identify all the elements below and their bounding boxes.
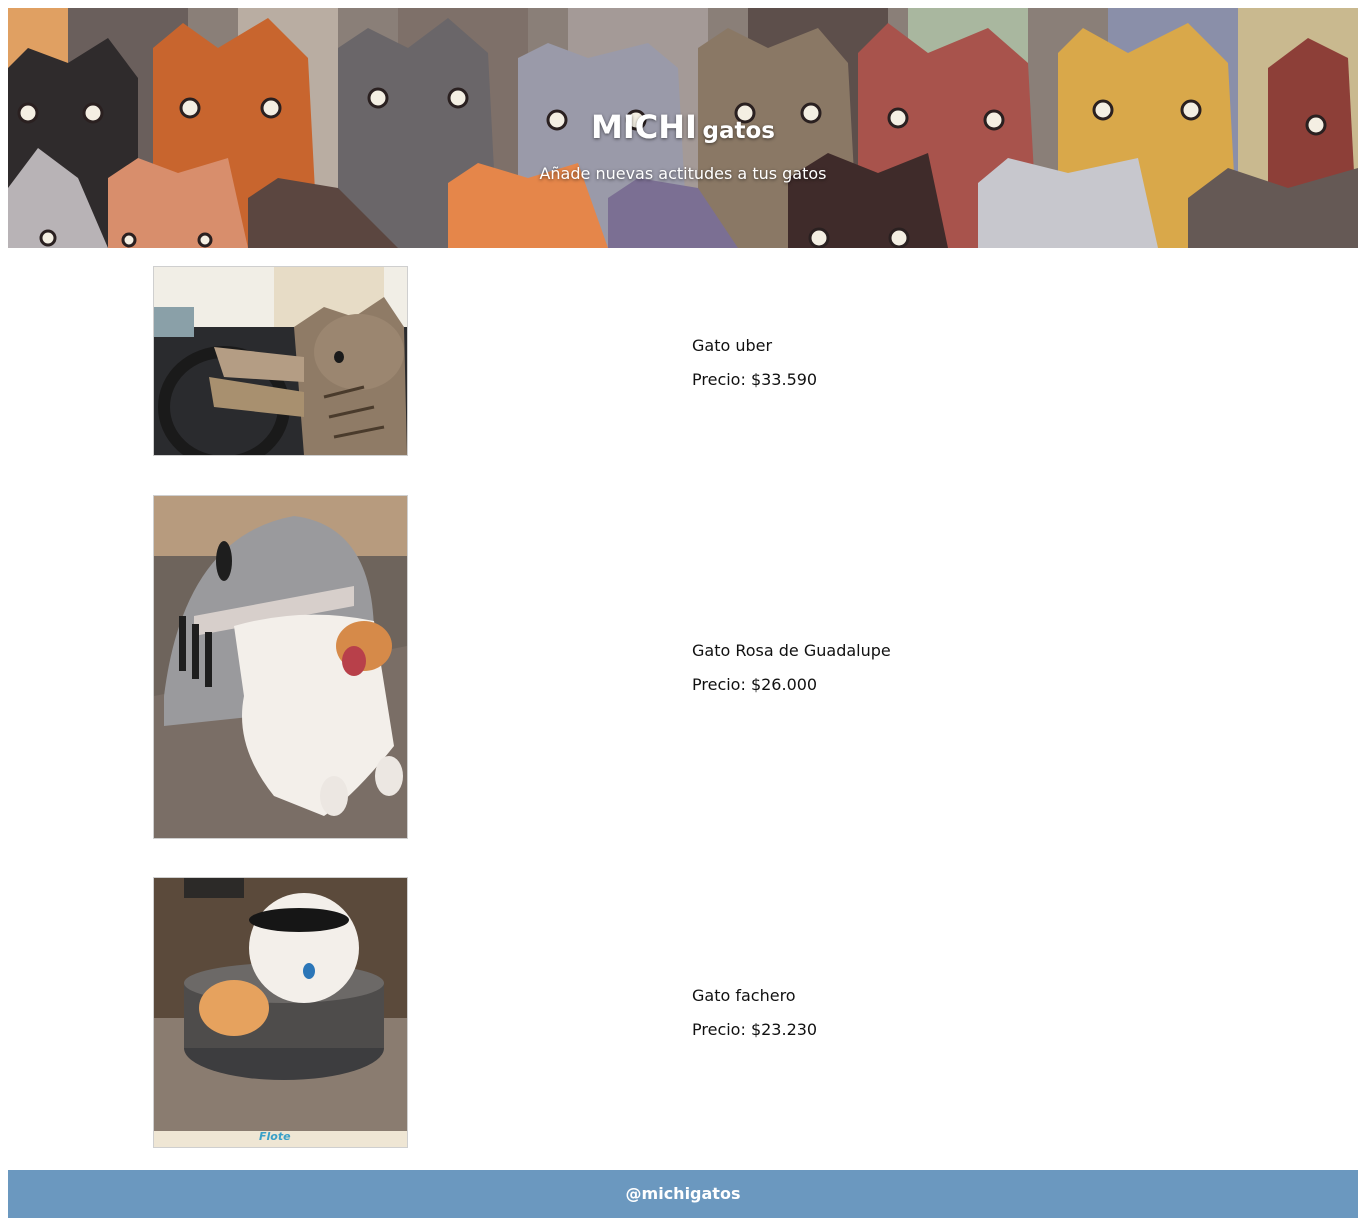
page-footer: @michigatos <box>8 1170 1358 1218</box>
product-image <box>153 266 408 456</box>
product-image <box>153 495 408 839</box>
product-name: Gato Rosa de Guadalupe <box>692 641 891 660</box>
cat-shark-bed-photo <box>154 496 407 838</box>
cat-sunglasses-photo <box>154 878 407 1147</box>
product-card: Flote Gato fachero Precio: $23.230 <box>153 877 1213 1148</box>
product-price: Precio: $33.590 <box>692 370 818 389</box>
watermark-text: Flote <box>259 1130 291 1143</box>
page-subtitle: Añade nuevas actitudes a tus gatos <box>539 164 827 183</box>
page-header: MICHI gatos Añade nuevas actitudes a tus… <box>8 8 1358 248</box>
cat-driving-photo <box>154 267 407 455</box>
product-name: Gato uber <box>692 336 773 355</box>
product-name: Gato fachero <box>692 986 796 1005</box>
product-card: Gato uber Precio: $33.590 <box>153 266 1213 456</box>
title-sub: gatos <box>702 118 775 144</box>
title-main: MICHI <box>591 108 697 146</box>
product-info: Gato uber Precio: $33.590 <box>692 336 817 389</box>
product-image: Flote <box>153 877 408 1148</box>
product-card: Gato Rosa de Guadalupe Precio: $26.000 <box>153 495 1213 839</box>
footer-handle: @michigatos <box>625 1184 741 1203</box>
product-info: Gato fachero Precio: $23.230 <box>692 986 817 1039</box>
page-title: MICHI gatos <box>8 108 1358 146</box>
product-info: Gato Rosa de Guadalupe Precio: $26.000 <box>692 641 891 694</box>
product-price: Precio: $23.230 <box>692 1020 818 1039</box>
product-price: Precio: $26.000 <box>692 675 818 694</box>
